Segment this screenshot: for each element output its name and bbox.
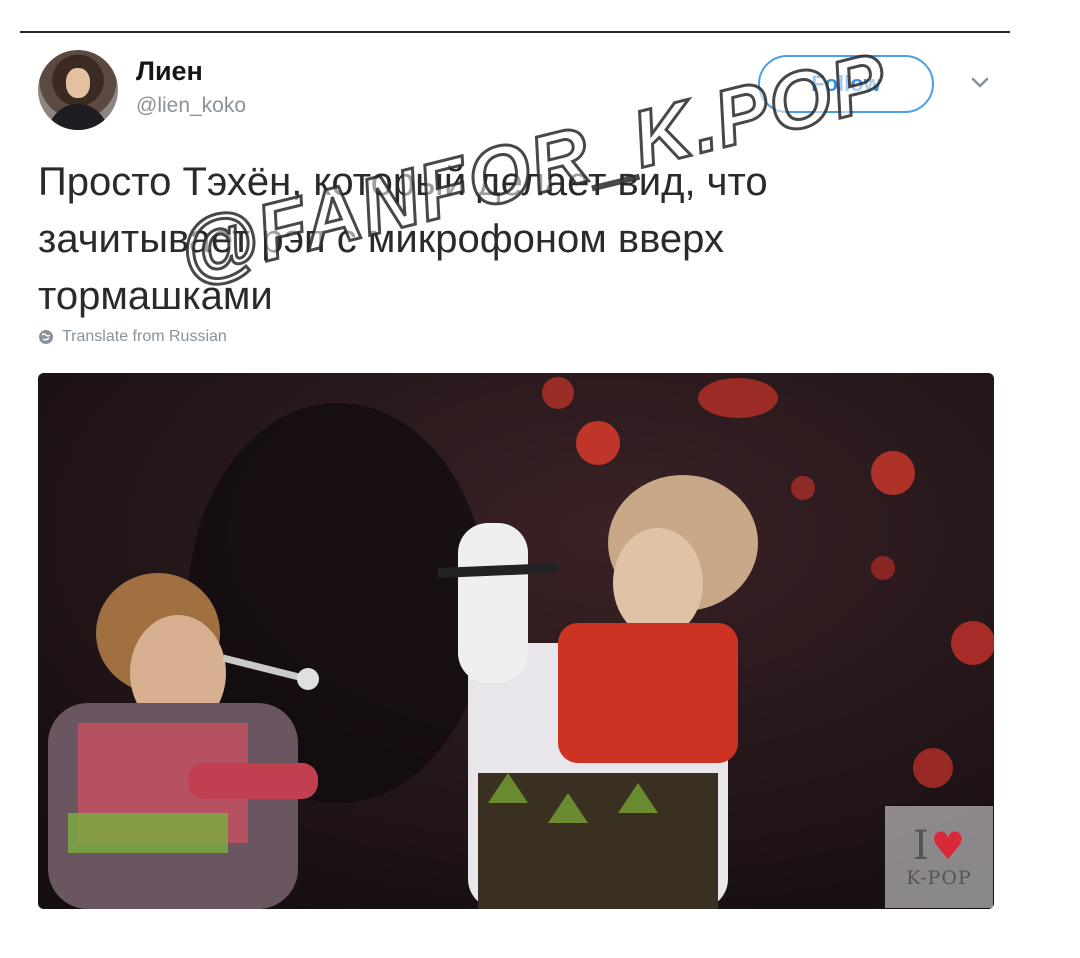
globe-icon bbox=[39, 330, 53, 344]
translate-label: Translate from Russian bbox=[62, 328, 227, 345]
translate-link[interactable]: Translate from Russian bbox=[38, 328, 227, 346]
kpop-badge: I ♥ K-POP bbox=[885, 806, 993, 908]
header-divider bbox=[20, 31, 1010, 33]
avatar[interactable] bbox=[38, 50, 118, 130]
chevron-down-icon[interactable] bbox=[968, 73, 992, 93]
badge-label: K-POP bbox=[906, 867, 972, 889]
badge-letter: I bbox=[913, 823, 929, 869]
tweet-text: Просто Тэхён, который делает вид, что за… bbox=[38, 160, 768, 318]
display-name[interactable]: Лиен bbox=[136, 56, 203, 87]
tweet-media-image[interactable] bbox=[38, 373, 994, 909]
heart-icon: ♥ bbox=[930, 824, 965, 868]
concert-photo bbox=[38, 373, 994, 909]
follow-button[interactable]: Follow bbox=[758, 55, 934, 113]
user-handle[interactable]: @lien_koko bbox=[136, 94, 246, 118]
